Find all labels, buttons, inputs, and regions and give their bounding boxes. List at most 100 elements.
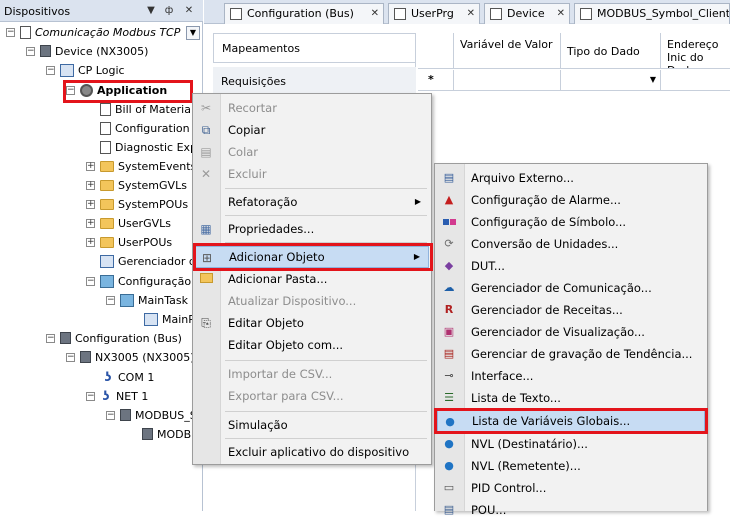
task-icon <box>120 293 134 307</box>
expand-icon[interactable]: + <box>86 238 95 247</box>
submenu-item-nvl-remetente[interactable]: ● NVL (Remetente)... <box>437 455 705 477</box>
context-menu: ✂ Recortar ⧉ Copiar ▤ Colar ✕ Excluir Re… <box>192 93 432 465</box>
submenu-item-nvl-destinatario[interactable]: ● NVL (Destinatário)... <box>437 433 705 455</box>
row-header-column <box>418 33 454 69</box>
menu-item-propriedades[interactable]: ▦ Propriedades... <box>195 218 429 240</box>
menu-item-editar-objeto-com[interactable]: Editar Objeto com... <box>195 334 429 356</box>
tree-label: NET 1 <box>116 390 149 403</box>
submenu-item-gravacao-tendencia[interactable]: ▤ Gerenciar de gravação de Tendência... <box>437 343 705 365</box>
menu-label: Gerenciador de Receitas... <box>471 303 623 317</box>
devices-panel: Dispositivos ▼ ф ✕ ▼ − Comunicação Modbu… <box>0 0 203 511</box>
tab-userprg[interactable]: UserPrg ✕ <box>388 3 480 24</box>
submenu-item-dut[interactable]: ◆ DUT... <box>437 255 705 277</box>
cable-icon: ʖ <box>104 369 112 384</box>
tree-item-diagnostic[interactable]: Diagnostic Exp <box>100 139 197 157</box>
tab-device[interactable]: Device ✕ <box>484 3 570 24</box>
tab-configuration-bus[interactable]: Configuration (Bus) ✕ <box>224 3 384 24</box>
devices-panel-title: Dispositivos <box>4 5 71 18</box>
collapse-icon[interactable]: − <box>46 334 55 343</box>
menu-label: Colar <box>228 145 259 159</box>
pin-icon[interactable]: ф <box>162 4 176 18</box>
menu-item-simulacao[interactable]: Simulação <box>195 414 429 436</box>
menu-label: Importar de CSV... <box>228 367 333 381</box>
tree-label: SystemPOUs <box>118 198 189 211</box>
tree-label: MainTask <box>138 294 188 307</box>
menu-item-copiar[interactable]: ⧉ Copiar <box>195 119 429 141</box>
menu-item-importar-csv[interactable]: Importar de CSV... <box>195 363 429 385</box>
submenu-item-lista-texto[interactable]: ☰ Lista de Texto... <box>437 387 705 409</box>
tree-label: Diagnostic Exp <box>115 141 198 154</box>
close-icon[interactable]: ✕ <box>557 4 565 23</box>
close-icon[interactable]: ✕ <box>182 4 196 18</box>
tab-modbus-symbol-client[interactable]: MODBUS_Symbol_Client <box>574 3 730 24</box>
collapse-icon[interactable]: − <box>106 296 115 305</box>
submenu-item-arquivo-externo[interactable]: ▤ Arquivo Externo... <box>437 167 705 189</box>
tab-label: UserPrg <box>411 7 454 20</box>
column-header-data-type[interactable]: Tipo do Dado <box>561 33 661 69</box>
folder-icon <box>100 179 114 191</box>
menu-item-refatoracao[interactable]: Refatoração ▶ <box>195 191 429 213</box>
menu-label: Gerenciador de Comunicação... <box>471 281 652 295</box>
tree-item-com1[interactable]: ʖ COM 1 <box>102 369 155 387</box>
menu-item-excluir-aplicativo[interactable]: Excluir aplicativo do dispositivo <box>195 441 429 463</box>
column-label: Tipo do Dado <box>567 45 640 58</box>
collapse-icon[interactable]: − <box>86 392 95 401</box>
submenu-item-pid-control[interactable]: ▭ PID Control... <box>437 477 705 499</box>
dropdown-arrow-icon[interactable]: ▼ <box>144 4 158 18</box>
collapse-icon[interactable]: − <box>66 353 75 362</box>
menu-item-adicionar-pasta[interactable]: Adicionar Pasta... <box>195 268 429 290</box>
column-header-variable[interactable]: Variável de Valor <box>454 33 561 69</box>
device-icon <box>60 332 71 344</box>
close-icon[interactable]: ✕ <box>371 4 379 23</box>
nav-item-mapeamentos[interactable]: Mapeamentos <box>213 33 416 63</box>
menu-item-excluir[interactable]: ✕ Excluir <box>195 163 429 185</box>
submenu-item-gerenciador-comunicacao[interactable]: ☁ Gerenciador de Comunicação... <box>437 277 705 299</box>
menu-item-exportar-csv[interactable]: Exportar para CSV... <box>195 385 429 407</box>
collapse-icon[interactable]: − <box>6 28 15 37</box>
folder-icon <box>100 217 114 229</box>
tree-item-mainprg[interactable]: MainPr <box>144 311 199 329</box>
submenu-item-pou[interactable]: ▤ POU... <box>437 499 705 521</box>
menu-item-colar[interactable]: ▤ Colar <box>195 141 429 163</box>
new-row-type-cell[interactable]: ▼ <box>561 70 661 91</box>
combo-dropdown-icon[interactable]: ▼ <box>186 26 200 40</box>
submenu-item-configuracao-simbolo[interactable]: Configuração de Símbolo... <box>437 211 705 233</box>
menu-label: Excluir <box>228 167 267 181</box>
collapse-icon[interactable]: − <box>26 47 35 56</box>
menu-item-recortar[interactable]: ✂ Recortar <box>195 97 429 119</box>
submenu-item-gerenciador-visualizacao[interactable]: ▣ Gerenciador de Visualização... <box>437 321 705 343</box>
menu-label: Configuração de Símbolo... <box>471 215 627 229</box>
program-icon <box>394 8 406 20</box>
expand-icon[interactable]: + <box>86 200 95 209</box>
chevron-down-icon[interactable]: ▼ <box>650 70 656 89</box>
new-row-variable-cell[interactable] <box>454 70 561 91</box>
close-icon[interactable]: ✕ <box>467 4 475 23</box>
tab-label: Configuration (Bus) <box>247 7 354 20</box>
submenu-item-configuracao-alarme[interactable]: ▲ Configuração de Alarme... <box>437 189 705 211</box>
cable-icon: ʖ <box>102 388 110 403</box>
menu-item-editar-objeto[interactable]: ⎘ Editar Objeto <box>195 312 429 334</box>
new-row-address-cell[interactable] <box>661 70 730 91</box>
expand-icon[interactable]: + <box>86 162 95 171</box>
tree-item-bill-of-materials[interactable]: Bill of Materials <box>100 101 200 119</box>
submenu-item-conversao-unidades[interactable]: ⟳ Conversão de Unidades... <box>437 233 705 255</box>
collapse-icon[interactable]: − <box>86 277 95 286</box>
menu-item-atualizar-dispositivo[interactable]: Atualizar Dispositivo... <box>195 290 429 312</box>
collapse-icon[interactable]: − <box>46 66 55 75</box>
collapse-icon[interactable]: − <box>106 411 115 420</box>
expand-icon[interactable]: + <box>86 181 95 190</box>
menu-label: Arquivo Externo... <box>471 171 574 185</box>
tree-item-library-manager[interactable]: Gerenciador de <box>100 253 203 271</box>
cp-logic-icon <box>60 63 74 77</box>
tree-label: UserGVLs <box>118 217 171 230</box>
menu-separator <box>225 411 427 412</box>
column-header-start-address[interactable]: Endereço Inic do Dado <box>661 33 730 69</box>
tree-item-modbus-child[interactable]: MODB <box>142 426 191 444</box>
submenu-item-interface[interactable]: ⊸ Interface... <box>437 365 705 387</box>
submenu-item-gerenciador-receitas[interactable]: R Gerenciador de Receitas... <box>437 299 705 321</box>
menu-label: Interface... <box>471 369 534 383</box>
tree-item-configuration[interactable]: Configuration a <box>100 120 200 138</box>
expand-icon[interactable]: + <box>86 219 95 228</box>
menu-label: Copiar <box>228 123 266 137</box>
text-list-icon: ☰ <box>444 391 454 404</box>
